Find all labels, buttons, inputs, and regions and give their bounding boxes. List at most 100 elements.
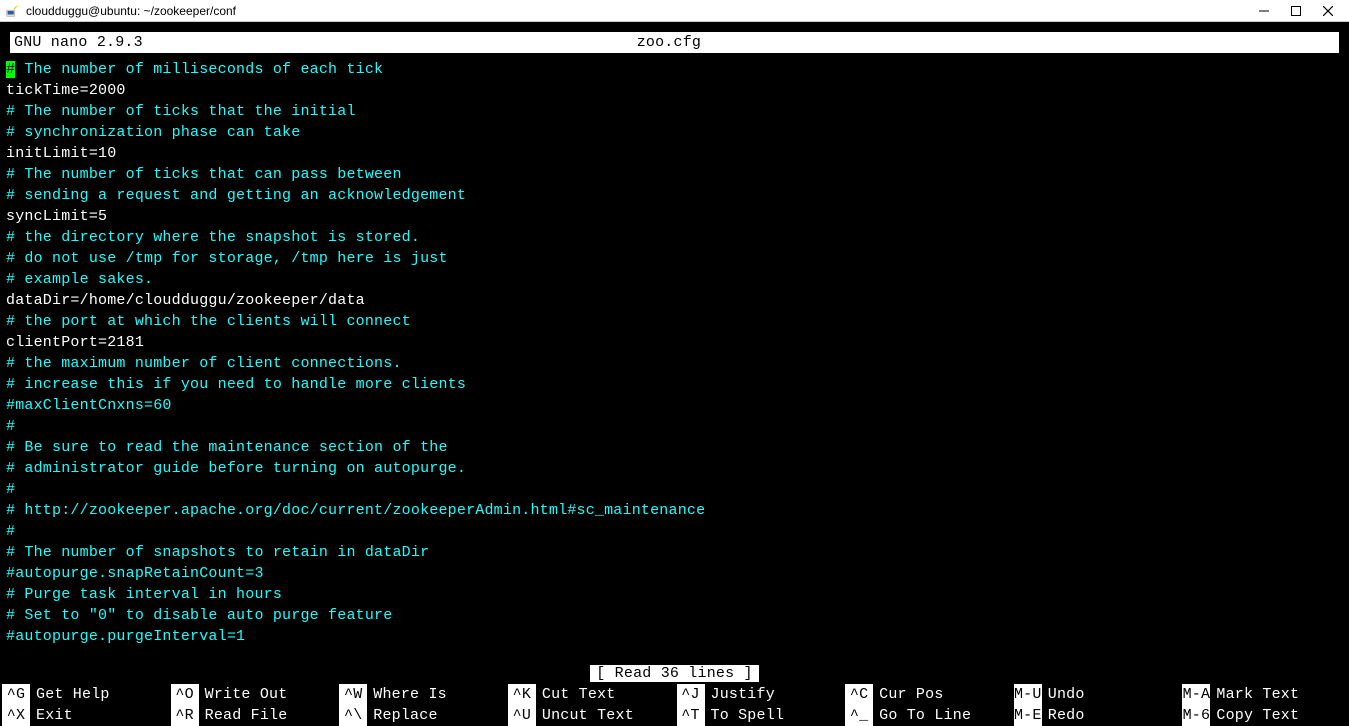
file-line[interactable]: # The number of snapshots to retain in d… [6,542,1349,563]
close-button[interactable] [1321,4,1335,18]
file-line[interactable]: # synchronization phase can take [6,122,1349,143]
shortcut-label: Mark Text [1216,684,1299,705]
file-line[interactable]: tickTime=2000 [6,80,1349,101]
file-line[interactable]: # [6,479,1349,500]
shortcut-label: To Spell [711,705,785,726]
shortcut-key: ^K [508,684,536,705]
shortcut-key: M-E [1014,705,1042,726]
shortcut-column: M-A Mark Text M-6 Copy Text [1180,684,1349,726]
shortcut-label: Uncut Text [542,705,634,726]
maximize-button[interactable] [1289,4,1303,18]
file-line[interactable]: # example sakes. [6,269,1349,290]
file-line[interactable]: initLimit=10 [6,143,1349,164]
shortcut-label: Exit [36,705,73,726]
shortcut-label: Replace [373,705,437,726]
shortcut-key: M-U [1014,684,1042,705]
file-line[interactable]: # sending a request and getting an ackno… [6,185,1349,206]
file-line[interactable]: # http://zookeeper.apache.org/doc/curren… [6,500,1349,521]
file-line[interactable]: #autopurge.snapRetainCount=3 [6,563,1349,584]
shortcut-column: M-UUndoM-E Redo [1012,684,1181,726]
file-line[interactable]: # the port at which the clients will con… [6,311,1349,332]
putty-icon [4,3,20,19]
shortcut-item[interactable]: M-UUndo [1012,684,1181,705]
file-line[interactable]: #maxClientCnxns=60 [6,395,1349,416]
file-line[interactable]: # The number of ticks that the initial [6,101,1349,122]
shortcut-item[interactable]: ^T To Spell [675,705,844,726]
shortcut-column: ^O Write Out ^R Read File [169,684,338,726]
file-line[interactable]: # The number of milliseconds of each tic… [6,59,1349,80]
shortcut-key: ^C [845,684,873,705]
nano-footer: [ Read 36 lines ] ^G Get Help ^X Exit ^O Writ… [0,663,1349,726]
shortcut-item[interactable]: ^C Cur Pos [843,684,1012,705]
shortcut-item[interactable]: ^K Cut Text [506,684,675,705]
shortcut-column: ^C Cur Pos ^_ Go To Line [843,684,1012,726]
shortcut-item[interactable]: M-A Mark Text [1180,684,1349,705]
file-line[interactable]: clientPort=2181 [6,332,1349,353]
file-line[interactable]: # Purge task interval in hours [6,584,1349,605]
status-text: [ Read 36 lines ] [590,665,758,682]
file-line[interactable]: syncLimit=5 [6,206,1349,227]
file-line[interactable]: # the directory where the snapshot is st… [6,227,1349,248]
shortcut-key: ^W [339,684,367,705]
shortcut-key: ^T [677,705,705,726]
shortcut-item[interactable]: M-E Redo [1012,705,1181,726]
shortcut-item[interactable]: ^X Exit [0,705,169,726]
minimize-button[interactable] [1257,4,1271,18]
window: cloudduggu@ubuntu: ~/zookeeper/conf GNU … [0,0,1349,726]
shortcut-key: ^X [2,705,30,726]
shortcut-column: ^K Cut Text ^U Uncut Text [506,684,675,726]
file-content[interactable]: # The number of milliseconds of each tic… [0,53,1349,647]
shortcut-label: Get Help [36,684,110,705]
shortcut-label: Justify [711,684,775,705]
shortcut-label: Cur Pos [879,684,943,705]
shortcut-label: Redo [1048,705,1085,726]
window-controls [1257,4,1349,18]
shortcut-item[interactable]: ^\ Replace [337,705,506,726]
file-line[interactable]: dataDir=/home/cloudduggu/zookeeper/data [6,290,1349,311]
shortcut-label: Copy Text [1216,705,1299,726]
shortcut-label: Read File [205,705,288,726]
shortcut-label: Cut Text [542,684,616,705]
file-line[interactable]: #autopurge.purgeInterval=1 [6,626,1349,647]
shortcut-item[interactable]: ^_ Go To Line [843,705,1012,726]
file-line[interactable]: # Set to "0" to disable auto purge featu… [6,605,1349,626]
file-line[interactable]: # the maximum number of client connectio… [6,353,1349,374]
shortcut-item[interactable]: ^J Justify [675,684,844,705]
file-line[interactable]: # do not use /tmp for storage, /tmp here… [6,248,1349,269]
shortcut-key: M-A [1182,684,1210,705]
shortcut-label: Go To Line [879,705,971,726]
shortcut-key: ^U [508,705,536,726]
shortcut-key: ^O [171,684,199,705]
shortcut-column: ^W Where Is ^\ Replace [337,684,506,726]
shortcut-column: ^G Get Help ^X Exit [0,684,169,726]
shortcut-label: Write Out [205,684,288,705]
shortcut-key: ^_ [845,705,873,726]
file-line[interactable]: # administrator guide before turning on … [6,458,1349,479]
shortcut-key: ^G [2,684,30,705]
cursor: # [6,61,15,78]
shortcut-item[interactable]: M-6 Copy Text [1180,705,1349,726]
terminal[interactable]: GNU nano 2.9.3 zoo.cfg # The number of m… [0,22,1349,726]
shortcut-item[interactable]: ^W Where Is [337,684,506,705]
shortcut-label: Where Is [373,684,447,705]
shortcut-key: M-6 [1182,705,1210,726]
file-line[interactable]: # increase this if you need to handle mo… [6,374,1349,395]
file-line[interactable]: # [6,416,1349,437]
title-text: cloudduggu@ubuntu: ~/zookeeper/conf [26,4,236,18]
file-line[interactable]: # The number of ticks that can pass betw… [6,164,1349,185]
shortcut-item[interactable]: ^O Write Out [169,684,338,705]
file-line[interactable]: # [6,521,1349,542]
shortcut-column: ^J Justify ^T To Spell [675,684,844,726]
nano-app-name: GNU nano 2.9.3 [14,32,143,53]
shortcut-key: ^\ [339,705,367,726]
shortcut-item[interactable]: ^G Get Help [0,684,169,705]
shortcut-item[interactable]: ^R Read File [169,705,338,726]
nano-file-name: zoo.cfg [143,32,1195,53]
shortcut-key: ^J [677,684,705,705]
nano-header: GNU nano 2.9.3 zoo.cfg [10,32,1339,53]
file-line[interactable]: # Be sure to read the maintenance sectio… [6,437,1349,458]
comment-text: The number of milliseconds of each tick [15,61,383,78]
shortcut-key: ^R [171,705,199,726]
shortcut-item[interactable]: ^U Uncut Text [506,705,675,726]
status-line: [ Read 36 lines ] [0,663,1349,684]
